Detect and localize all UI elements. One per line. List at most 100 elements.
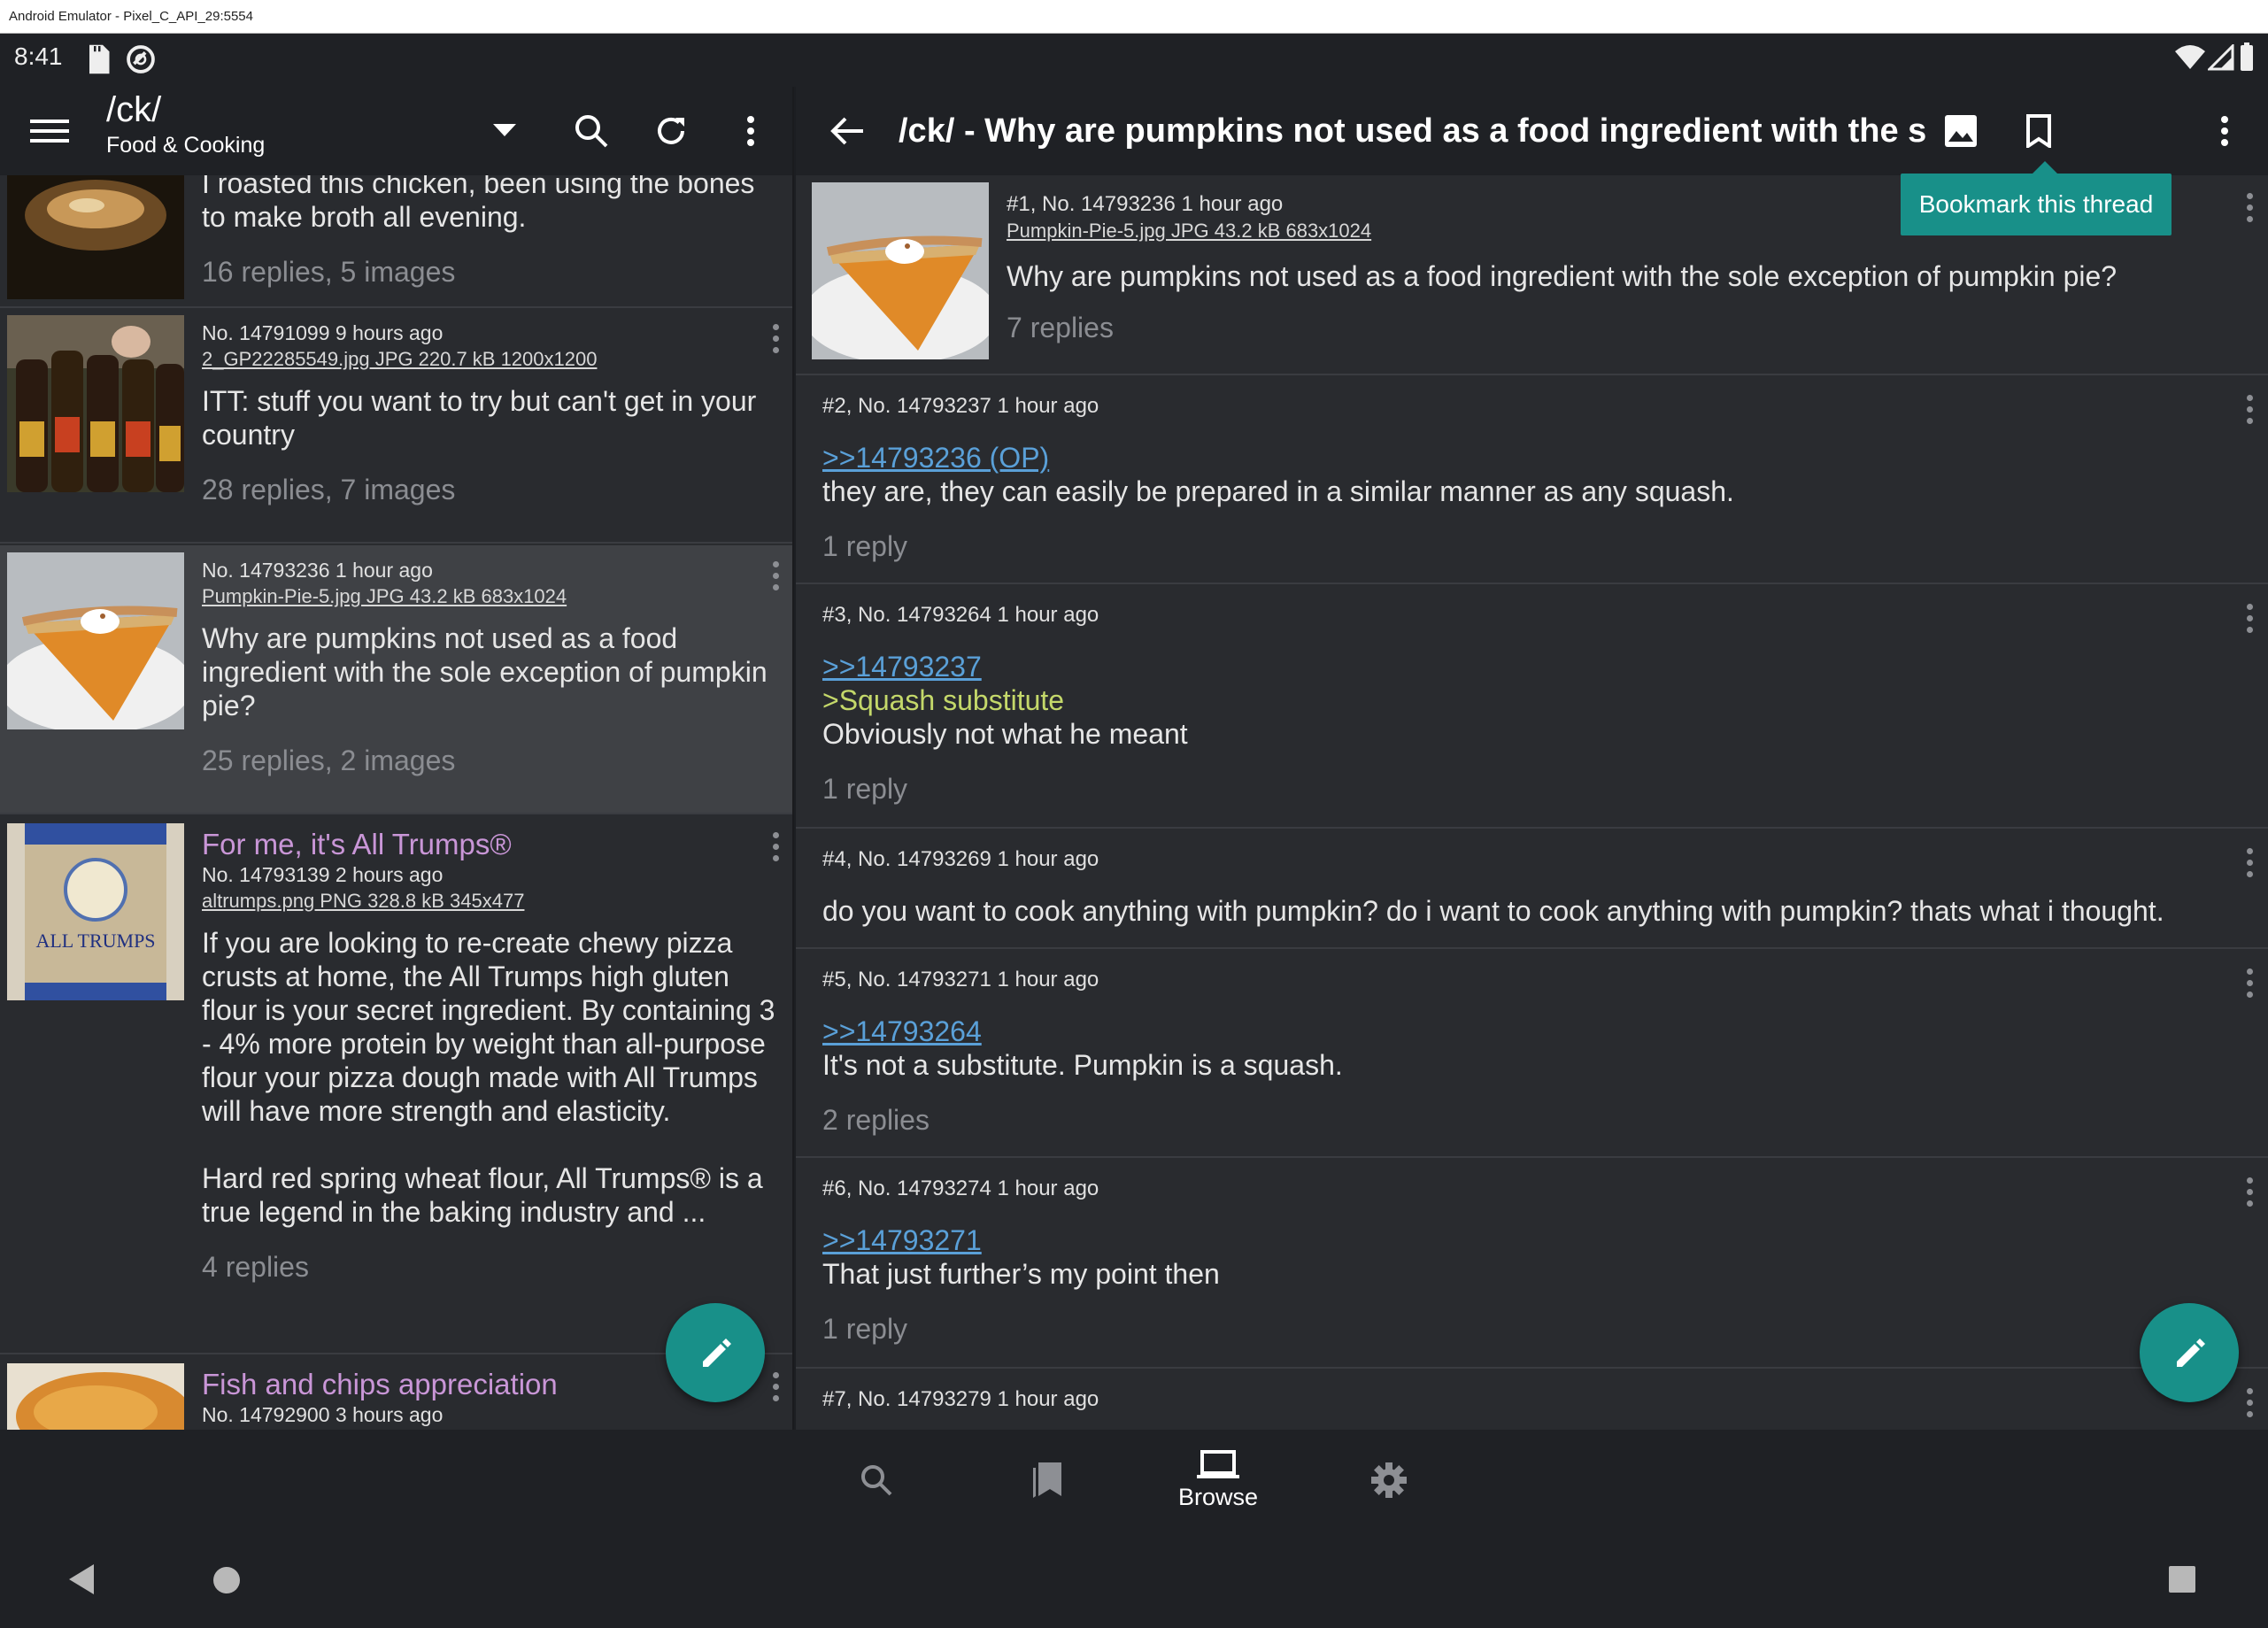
- catalog-item[interactable]: No. 14791099 9 hours ago 2_GP22285549.jp…: [0, 308, 792, 544]
- post[interactable]: #3, No. 14793264 1 hour ago >>14793237 >…: [796, 586, 2268, 829]
- post-meta: #6, No. 14793274 1 hour ago: [822, 1177, 1099, 1200]
- gallery-icon[interactable]: [1936, 106, 1986, 156]
- post-replies[interactable]: 1 reply: [822, 772, 2215, 806]
- nav-browse[interactable]: Browse: [1134, 1430, 1302, 1531]
- nav-search[interactable]: [792, 1430, 960, 1531]
- board-name[interactable]: /ck/: [106, 90, 161, 130]
- post-quote-link[interactable]: >>14793264: [822, 1015, 2215, 1048]
- reply-fab-catalog[interactable]: [666, 1303, 765, 1402]
- post-meta: #3, No. 14793264 1 hour ago: [822, 603, 1099, 627]
- catalog-item-meta: No. 14793236 1 hour ago: [202, 559, 433, 582]
- settings-icon: [1371, 1462, 1407, 1498]
- post-text: It's not a substitute. Pumpkin is a squa…: [822, 1049, 1343, 1081]
- board-subtitle: Food & Cooking: [106, 133, 266, 158]
- thread-pane: #1, No. 14793236 1 hour ago Pumpkin-Pie-…: [796, 87, 2268, 1430]
- post-meta: #7, No. 14793279 1 hour ago: [822, 1387, 1099, 1411]
- thread-title: /ck/ - Why are pumpkins not used as a fo…: [899, 112, 1925, 150]
- edit-icon: [2177, 1339, 2205, 1367]
- thread-thumbnail[interactable]: [7, 315, 184, 492]
- status-bar: 8:41: [0, 34, 2268, 87]
- catalog-item-replies: 28 replies, 7 images: [202, 474, 456, 505]
- catalog-item-meta: No. 14792900 3 hours ago: [202, 1403, 444, 1426]
- post-menu-icon[interactable]: [2236, 836, 2263, 889]
- post-text: That just further’s my point then: [822, 1258, 1220, 1290]
- bookmark-tooltip: Bookmark this thread: [1901, 174, 2172, 235]
- catalog-item-selected[interactable]: No. 14793236 1 hour ago Pumpkin-Pie-5.jp…: [0, 545, 792, 814]
- post-list: #1, No. 14793236 1 hour ago Pumpkin-Pie-…: [796, 175, 2268, 1430]
- catalog-item-text: ITT: stuff you want to try but can't get…: [202, 385, 757, 451]
- thread-thumbnail[interactable]: [7, 552, 184, 729]
- catalog-item-subject: For me, it's All Trumps®: [202, 828, 512, 860]
- catalog-item-meta: No. 14791099 9 hours ago: [202, 321, 444, 344]
- post-menu-icon[interactable]: [2236, 1376, 2263, 1429]
- catalog-item-file-link[interactable]: altrumps.png PNG 328.8 kB 345x477: [202, 888, 776, 914]
- post-quote-link[interactable]: >>14793237: [822, 650, 2215, 683]
- back-icon[interactable]: [69, 1564, 96, 1599]
- catalog-item-replies: 25 replies, 2 images: [202, 745, 456, 776]
- catalog-item-replies: 4 replies: [202, 1251, 309, 1283]
- reply-fab-thread[interactable]: [2140, 1303, 2239, 1402]
- post-meta: #2, No. 14793237 1 hour ago: [822, 394, 1099, 418]
- bookmark-icon[interactable]: [2014, 106, 2064, 156]
- more-options-icon[interactable]: [726, 106, 775, 156]
- signal-icon: [2206, 42, 2234, 75]
- search-icon: [861, 1465, 892, 1496]
- catalog-item[interactable]: ALL TRUMPS For me, it's All Trumps® No. …: [0, 816, 792, 1354]
- post-replies[interactable]: 1 reply: [822, 1312, 2215, 1346]
- post-replies[interactable]: 2 replies: [822, 1103, 2215, 1137]
- post-meta: #5, No. 14793271 1 hour ago: [822, 968, 1099, 991]
- catalog-toolbar: /ck/ Food & Cooking: [0, 87, 792, 175]
- board-dropdown-icon[interactable]: [480, 106, 529, 156]
- catalog-item-text: If you are looking to re-create chewy pi…: [202, 927, 775, 1127]
- sd-card-icon: [85, 42, 112, 81]
- laptop-icon: [1197, 1449, 1239, 1478]
- post-menu-icon[interactable]: [2236, 956, 2263, 1009]
- post[interactable]: #5, No. 14793271 1 hour ago >>14793264 I…: [796, 951, 2268, 1158]
- more-options-icon[interactable]: [2200, 106, 2249, 156]
- post-menu-icon[interactable]: [2236, 181, 2263, 234]
- post-meta: #4, No. 14793269 1 hour ago: [822, 847, 1099, 871]
- post-replies[interactable]: 7 replies: [1007, 311, 2215, 344]
- post-replies[interactable]: 1 reply: [822, 529, 2215, 563]
- catalog-pane: I roasted this chicken, been using the b…: [0, 87, 794, 1430]
- search-icon[interactable]: [567, 106, 616, 156]
- post-quote-link[interactable]: >>14793236 (OP): [822, 441, 2215, 475]
- catalog-item-menu-icon[interactable]: [762, 312, 789, 365]
- post[interactable]: #2, No. 14793237 1 hour ago >>14793236 (…: [796, 377, 2268, 584]
- catalog-item-file-link[interactable]: 2_GP22285549.jpg JPG 220.7 kB 1200x1200: [202, 346, 776, 372]
- bottom-navigation: Browse: [0, 1430, 2268, 1531]
- post-thumbnail[interactable]: [812, 182, 989, 359]
- catalog-item-menu-icon[interactable]: [762, 549, 789, 602]
- wifi-icon: [2174, 44, 2206, 75]
- post-greentext: >Squash substitute: [822, 684, 1065, 716]
- post-quote-link[interactable]: >>14793271: [822, 1223, 2215, 1257]
- post-menu-icon[interactable]: [2236, 382, 2263, 436]
- refresh-icon[interactable]: [646, 106, 696, 156]
- thread-thumbnail[interactable]: ALL TRUMPS: [7, 823, 184, 1000]
- catalog-item-file-link[interactable]: Pumpkin-Pie-5.jpg JPG 43.2 kB 683x1024: [202, 583, 776, 609]
- nav-browse-label: Browse: [1177, 1483, 1259, 1510]
- post-menu-icon[interactable]: [2236, 591, 2263, 644]
- menu-icon[interactable]: [25, 106, 74, 156]
- edit-icon: [703, 1339, 731, 1367]
- svg-text:ALL TRUMPS: ALL TRUMPS: [35, 930, 155, 952]
- home-icon[interactable]: [212, 1566, 241, 1599]
- back-arrow-icon[interactable]: [822, 106, 872, 156]
- post-text: Why are pumpkins not used as a food ingr…: [1007, 260, 2118, 292]
- emulator-title-bar: Android Emulator - Pixel_C_API_29:5554: [0, 0, 2268, 34]
- nav-bookmarks[interactable]: [963, 1430, 1131, 1531]
- thread-thumbnail[interactable]: [7, 1363, 184, 1430]
- system-navigation-bar: [0, 1531, 2268, 1628]
- nav-settings[interactable]: [1305, 1430, 1473, 1531]
- post-text: do you want to cook anything with pumpki…: [822, 895, 2164, 927]
- catalog-item-menu-icon[interactable]: [762, 1360, 789, 1413]
- post[interactable]: #6, No. 14793274 1 hour ago >>14793271 T…: [796, 1160, 2268, 1369]
- bookmarks-icon: [1033, 1462, 1061, 1498]
- catalog-item-menu-icon[interactable]: [762, 820, 789, 873]
- post-menu-icon[interactable]: [2236, 1165, 2263, 1218]
- post[interactable]: #4, No. 14793269 1 hour ago do you want …: [796, 830, 2268, 949]
- post[interactable]: #7, No. 14793279 1 hour ago: [796, 1370, 2268, 1430]
- recents-icon[interactable]: [2169, 1566, 2195, 1597]
- sync-icon: [124, 42, 158, 81]
- catalog-item-text-continued: Hard red spring wheat flour, All Trumps®…: [202, 1162, 763, 1228]
